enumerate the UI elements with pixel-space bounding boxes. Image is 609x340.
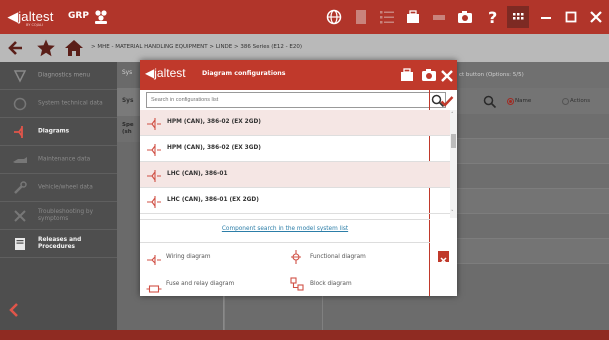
top-bar: ◀jaltest BY COJALI GRP ? [0, 0, 609, 34]
background-radio-bar: Name Actions [457, 88, 609, 114]
sidebar-item-vehicle-wheel-data[interactable]: Vehicle/wheel data [0, 174, 117, 202]
globe-icon[interactable] [325, 8, 343, 26]
background-list-row [457, 139, 609, 164]
wiring-diagram-icon [146, 194, 162, 208]
background-column-header: Sys [122, 70, 133, 76]
people-group-icon[interactable] [92, 8, 110, 26]
background-list-row [457, 189, 609, 214]
technical-data-icon [12, 96, 28, 112]
help-icon[interactable]: ? [484, 8, 502, 27]
sidebar-item-label: Maintenance data [38, 156, 91, 162]
list-icon[interactable] [378, 8, 396, 26]
sidebar-item-troubleshooting[interactable]: Troubleshooting by symptoms [0, 202, 117, 230]
configurations-list: HPM (CAN), 386-02 (EX 2GD) HPM (CAN), 38… [140, 110, 458, 219]
sidebar-item-diagnostics-menu[interactable]: Diagnostics menu [0, 62, 117, 90]
list-scrollbar[interactable]: ˄ ˅ [450, 110, 457, 218]
sidebar-item-label: Diagrams [38, 128, 70, 134]
legend-block-label: Block diagram [310, 281, 352, 287]
list-item-label: HPM (CAN), 386-02 (EX 3GD) [167, 145, 261, 151]
dialog-logo: ◀jaltest [145, 66, 186, 80]
functional-diagram-icon [290, 249, 302, 264]
close-window-icon[interactable] [587, 8, 605, 26]
maximize-icon[interactable] [562, 8, 580, 26]
list-item-label: LHC (CAN), 386-01 [167, 171, 228, 177]
wiring-diagram-icon [146, 116, 162, 130]
divider [140, 242, 430, 243]
fuse-relay-diagram-icon [146, 279, 162, 293]
apps-button[interactable] [507, 6, 529, 28]
background-list-row [457, 114, 609, 139]
radio-actions-label: Actions [570, 98, 591, 104]
favorites-star-icon[interactable] [36, 38, 56, 58]
legend-functional-label: Functional diagram [310, 254, 366, 260]
logo-subtitle: BY COJALI [26, 23, 44, 27]
clear-filter-button[interactable] [438, 251, 449, 264]
sidebar-item-diagrams[interactable]: Diagrams [0, 118, 117, 146]
sidebar-item-releases-procedures[interactable]: Releases and Procedures [0, 230, 117, 258]
radio-name-label: Name [515, 98, 532, 104]
list-item-label: LHC (CAN), 386-01 (EX 2GD) [167, 197, 259, 203]
diagnostics-icon [12, 68, 28, 84]
search-configurations-input[interactable] [146, 92, 446, 108]
back-arrow-icon[interactable] [6, 38, 26, 58]
diagram-icon [12, 124, 28, 140]
filter-text: ct button (Options: 5/5) [459, 72, 524, 78]
background-filter-bar: ct button (Options: 5/5) [457, 62, 609, 88]
list-item-label: HPM (CAN), 386-02 (EX 2GD) [167, 119, 261, 125]
minimize-icon[interactable] [537, 8, 555, 26]
dialog-title: Diagram configurations [202, 70, 286, 77]
group-label: GRP [68, 11, 89, 21]
dialog-header: ◀jaltest Diagram configurations [140, 60, 457, 90]
book-icon [12, 236, 28, 252]
component-search-link[interactable]: Component search in the model system lis… [140, 226, 430, 232]
search-icon[interactable] [483, 94, 497, 109]
tools-icon [12, 208, 28, 224]
sidebar-item-label: Diagnostics menu [38, 72, 91, 78]
background-list-row [457, 214, 609, 239]
list-item[interactable]: HPM (CAN), 386-02 (EX 3GD) [140, 136, 450, 162]
divider [140, 219, 430, 220]
scroll-down-icon[interactable]: ˅ [451, 210, 454, 216]
background-subheader-label: Sys [122, 98, 134, 104]
legend-fuse-label: Fuse and relay diagram [166, 281, 235, 287]
scroll-up-icon[interactable]: ˄ [451, 112, 454, 118]
sidebar-item-label: Vehicle/wheel data [38, 184, 93, 190]
document-icon[interactable] [352, 8, 370, 26]
sidebar-item-label: System technical data [38, 100, 103, 106]
confirm-check-icon[interactable] [440, 93, 454, 107]
svg-text:?: ? [488, 8, 497, 26]
camera-icon[interactable] [456, 8, 474, 26]
scrollbar-thumb[interactable] [451, 134, 456, 148]
list-item[interactable]: LHC (CAN), 386-01 [140, 162, 450, 188]
camera-icon[interactable] [420, 66, 438, 84]
list-item[interactable]: LHC (CAN), 386-01 (EX 2GD) [140, 188, 450, 214]
radio-actions[interactable] [562, 98, 569, 105]
collapse-arrow-icon[interactable] [7, 302, 21, 318]
wrench-icon [12, 180, 28, 196]
wiring-diagram-icon [146, 142, 162, 156]
sidebar: Diagnostics menu System technical data D… [0, 62, 117, 330]
home-icon[interactable] [64, 38, 84, 58]
radio-name[interactable] [507, 98, 514, 105]
sidebar-item-system-technical-data[interactable]: System technical data [0, 90, 117, 118]
cable-icon[interactable] [430, 8, 448, 26]
background-row-label: Spe (sh [122, 122, 134, 135]
wiring-diagram-icon [146, 168, 162, 182]
wiring-diagram-icon [146, 251, 162, 265]
legend-wiring-label: Wiring diagram [166, 254, 211, 260]
sidebar-item-maintenance-data[interactable]: Maintenance data [0, 146, 117, 174]
oil-can-icon [12, 152, 28, 168]
block-diagram-icon [290, 276, 304, 291]
briefcase-icon[interactable] [398, 66, 416, 84]
breadcrumb: > MHE - MATERIAL HANDLING EQUIPMENT > LI… [91, 44, 302, 50]
background-list-row [457, 239, 609, 264]
sidebar-item-label: Releases and Procedures [38, 236, 82, 250]
background-list-row [457, 164, 609, 189]
diagram-configurations-dialog: ◀jaltest Diagram configurations HPM (CAN… [140, 60, 457, 296]
list-item[interactable]: HPM (CAN), 386-02 (EX 2GD) [140, 110, 450, 136]
status-bar [0, 330, 609, 340]
briefcase-icon[interactable] [404, 8, 422, 26]
close-dialog-icon[interactable] [440, 68, 454, 82]
sidebar-item-label: Troubleshooting by symptoms [38, 208, 93, 222]
